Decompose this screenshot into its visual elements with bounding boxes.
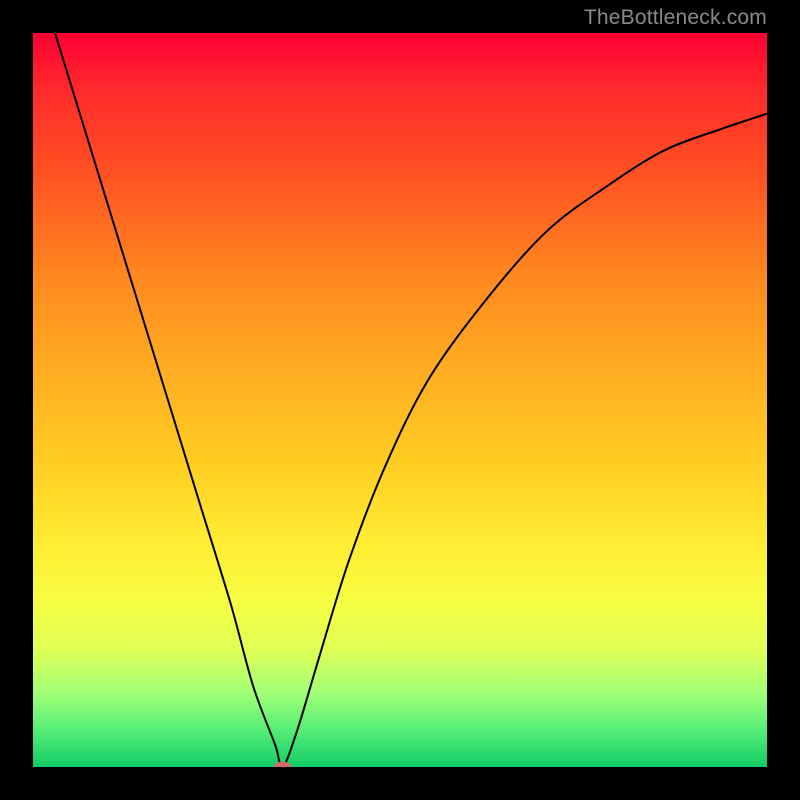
plot-area [33,33,767,767]
chart-container: TheBottleneck.com [0,0,800,800]
chart-svg [33,33,767,767]
watermark-text: TheBottleneck.com [584,6,767,30]
minimum-marker [275,762,291,767]
bottleneck-curve [55,33,767,767]
